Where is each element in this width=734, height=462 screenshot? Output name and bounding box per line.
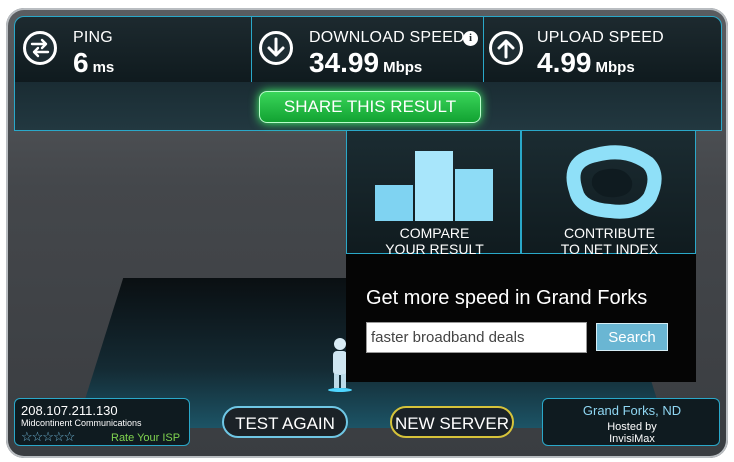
host-name: InvisiMax (609, 433, 655, 445)
isp-name: Midcontinent Communications (21, 418, 142, 428)
ping-number: 6 (73, 47, 89, 78)
ad-title: Get more speed in Grand Forks (366, 287, 648, 309)
rate-isp-link[interactable]: Rate Your ISP (111, 432, 180, 444)
upload-value: 4.99 Mbps (537, 47, 635, 79)
download-unit: Mbps (383, 59, 423, 76)
bar-chart-icon (375, 151, 493, 221)
results-bar: PING 6 ms DOWNLOAD SPEED i 34.99 Mbps UPLO… (14, 16, 722, 84)
net-index-icon (566, 145, 662, 219)
ping-value: 6 ms (73, 47, 114, 79)
ad-panel: COMPARE YOUR RESULT CONTRIBUTE TO NET IN… (346, 130, 696, 382)
upload-cell: UPLOAD SPEED 4.99 Mbps (483, 17, 721, 83)
compare-line2: YOUR RESULT (385, 241, 484, 257)
info-icon[interactable]: i (463, 31, 478, 46)
test-again-button[interactable]: TEST AGAIN (222, 406, 348, 438)
upload-unit: Mbps (595, 59, 635, 76)
server-info-box: Grand Forks, ND Hosted by InvisiMax (542, 398, 720, 446)
download-arrow-icon (259, 31, 293, 65)
ping-icon (23, 31, 57, 65)
upload-arrow-icon (489, 31, 523, 65)
contribute-line1: CONTRIBUTE (564, 225, 655, 241)
share-strip: SHARE THIS RESULT (14, 82, 722, 131)
share-result-button[interactable]: SHARE THIS RESULT (259, 91, 481, 123)
ping-label: PING (73, 29, 113, 46)
upload-label: UPLOAD SPEED (537, 29, 664, 46)
download-number: 34.99 (309, 47, 380, 78)
ip-address: 208.107.211.130 (21, 403, 118, 418)
ping-cell: PING 6 ms (15, 17, 252, 83)
server-location: Grand Forks, ND (582, 403, 682, 418)
rating-stars-icon[interactable]: ☆☆☆☆☆ (21, 429, 75, 445)
contribute-line2: TO NET INDEX (560, 241, 659, 257)
ping-unit: ms (92, 59, 115, 76)
download-label: DOWNLOAD SPEED (309, 29, 465, 46)
bottom-bar: 208.107.211.130 Midcontinent Communicati… (14, 398, 720, 450)
search-button[interactable]: Search (596, 323, 668, 351)
contribute-net-index-tile[interactable]: CONTRIBUTE TO NET INDEX (521, 130, 696, 257)
new-server-button[interactable]: NEW SERVER (390, 406, 514, 438)
compare-result-tile[interactable]: COMPARE YOUR RESULT (346, 130, 521, 257)
isp-info-box: 208.107.211.130 Midcontinent Communicati… (14, 398, 190, 446)
download-value: 34.99 Mbps (309, 47, 422, 79)
speedtest-panel: PING 6 ms DOWNLOAD SPEED i 34.99 Mbps UPLO… (6, 8, 728, 458)
download-cell: DOWNLOAD SPEED i 34.99 Mbps (251, 17, 484, 83)
compare-line1: COMPARE (399, 225, 470, 241)
broadband-search-input[interactable] (366, 322, 587, 353)
hosted-by-label: Hosted by (607, 421, 657, 433)
upload-number: 4.99 (537, 47, 592, 78)
